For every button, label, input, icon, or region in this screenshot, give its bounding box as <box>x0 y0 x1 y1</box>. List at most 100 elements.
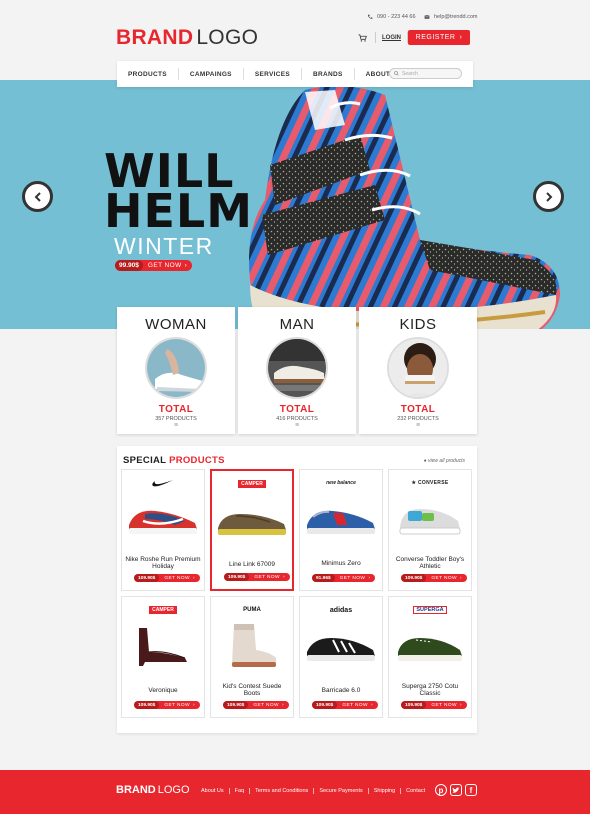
login-link[interactable]: LOGIN <box>382 35 401 41</box>
search-input[interactable]: Search <box>389 68 462 79</box>
chevron-right-icon <box>545 191 552 202</box>
category-image-kids <box>387 337 449 399</box>
product-card[interactable]: CAMPER Line Link 67009 109.90$ GET NOW › <box>210 469 294 591</box>
chevron-right-icon: › <box>459 575 462 581</box>
chevron-left-icon <box>34 191 41 202</box>
chevron-right-icon: › <box>459 702 462 708</box>
bullet-icon: ● <box>423 458 427 464</box>
product-name: Line Link 67009 <box>229 560 275 568</box>
footer-link-contact[interactable]: Contact <box>401 788 430 794</box>
brand-logo[interactable]: BRAND LOGO <box>116 26 258 50</box>
hero-subtitle: WINTER <box>114 233 214 259</box>
get-now-button[interactable]: 109.90$ GET NOW › <box>134 701 200 709</box>
hero-shoe-image <box>249 86 560 329</box>
brand-logo-puma: PUMA <box>243 607 261 613</box>
hero-get-now-button[interactable]: 99.90$ GET NOW › <box>115 260 193 271</box>
twitter-icon[interactable] <box>450 784 462 796</box>
category-image-woman <box>145 337 207 399</box>
footer-logo[interactable]: BRAND LOGO <box>116 784 190 796</box>
product-image <box>122 618 204 674</box>
product-card[interactable]: SUPERGA Superga 2750 Cotu Classic 109.90… <box>388 596 472 718</box>
menu-icon[interactable]: ≡ <box>238 422 356 429</box>
product-image <box>389 618 471 674</box>
nav-item-brands[interactable]: BRANDS <box>302 68 355 80</box>
get-now-button[interactable]: 109.90$ GET NOW › <box>312 701 378 709</box>
category-name: MAN <box>279 316 315 333</box>
register-label: REGISTER <box>415 34 456 41</box>
get-now-button[interactable]: 109.90$ GET NOW › <box>134 574 200 582</box>
divider <box>375 32 376 43</box>
product-card[interactable]: ★ CONVERSE Converse Toddler Boy's Athlet… <box>388 469 472 591</box>
brand-logo-new-balance: new balance <box>326 480 356 486</box>
product-name: Nike Roshe Run Premium Holiday <box>125 556 201 570</box>
email-contact[interactable]: help@trendd.com <box>424 14 478 20</box>
menu-icon[interactable]: ≡ <box>117 422 235 429</box>
product-name: Minimus Zero <box>321 559 361 567</box>
product-price: 109.90$ <box>401 574 427 582</box>
product-price: 109.90$ <box>224 573 250 581</box>
category-total-label: TOTAL <box>400 404 436 415</box>
get-now-button[interactable]: 109.90$ GET NOW › <box>401 701 467 709</box>
chevron-right-icon: › <box>192 575 195 581</box>
product-price: 109.90$ <box>134 574 160 582</box>
menu-icon[interactable]: ≡ <box>359 422 477 429</box>
site-footer: BRAND LOGO About Us Faq Terms and Conditi… <box>0 770 590 814</box>
get-now-button[interactable]: 109.90$ GET NOW › <box>224 573 290 581</box>
product-name: Converse Toddler Boy's Athletic <box>395 556 465 570</box>
get-now-button[interactable]: 91.96$ GET NOW › <box>312 574 376 582</box>
category-card-kids[interactable]: KIDS TOTAL 232 PRODUCTS ≡ <box>359 307 477 434</box>
section-title: SPECIAL PRODUCTS <box>123 455 225 466</box>
product-card[interactable]: adidas Barricade 6.0 109.90$ GET NOW › <box>299 596 383 718</box>
nav-item-campaings[interactable]: CAMPAINGS <box>179 68 244 80</box>
product-grid: Nike Roshe Run Premium Holiday 109.90$ G… <box>121 469 472 718</box>
chevron-right-icon: › <box>282 574 285 580</box>
product-image <box>211 618 293 674</box>
brand-logo-converse: ★ CONVERSE <box>411 480 449 486</box>
main-nav: PRODUCTS CAMPAINGS SERVICES BRANDS ABOUT… <box>117 61 473 87</box>
product-price: 109.90$ <box>134 701 160 709</box>
product-image <box>212 492 292 548</box>
product-card[interactable]: PUMA Kid's Contest Suede Boots 109.90$ G… <box>210 596 294 718</box>
product-image <box>300 491 382 547</box>
hero-cta-label: GET NOW <box>147 262 182 269</box>
view-all-link[interactable]: ● view all products <box>424 458 465 464</box>
category-card-man[interactable]: MAN TOTAL 416 PRODUCTS ≡ <box>238 307 356 434</box>
chevron-right-icon: › <box>281 702 284 708</box>
footer-link-secure-payments[interactable]: Secure Payments <box>314 788 369 794</box>
product-price: 109.90$ <box>223 701 249 709</box>
brand-logo-nike <box>122 475 204 491</box>
register-button[interactable]: REGISTER › <box>408 30 470 45</box>
hero-next-button[interactable] <box>533 181 564 212</box>
footer-link-about-us[interactable]: About Us <box>196 788 230 794</box>
product-card[interactable]: Nike Roshe Run Premium Holiday 109.90$ G… <box>121 469 205 591</box>
hero-title: WILL HELM <box>104 144 254 238</box>
pinterest-icon[interactable]: p <box>435 784 447 796</box>
hero-banner <box>0 80 590 329</box>
footer-link-shipping[interactable]: Shipping <box>369 788 402 794</box>
hero-prev-button[interactable] <box>22 181 53 212</box>
search-icon <box>394 71 399 76</box>
cart-icon[interactable] <box>355 30 369 45</box>
nav-item-products[interactable]: PRODUCTS <box>117 68 179 80</box>
phone-contact: 090 - 223 44 66 <box>367 14 416 20</box>
product-name: Superga 2750 Cotu Classic <box>401 683 459 697</box>
brand-logo-camper: CAMPER <box>122 602 204 618</box>
phone-icon <box>367 14 373 19</box>
product-price: 109.90$ <box>312 701 338 709</box>
footer-link-faq[interactable]: Faq <box>230 788 251 794</box>
get-now-button[interactable]: 109.90$ GET NOW › <box>223 701 289 709</box>
get-now-button[interactable]: 109.90$ GET NOW › <box>401 574 467 582</box>
product-card[interactable]: CAMPER Veronique 109.90$ GET NOW › <box>121 596 205 718</box>
category-total-label: TOTAL <box>158 404 194 415</box>
facebook-icon[interactable]: f <box>465 784 477 796</box>
product-card[interactable]: new balance Minimus Zero 91.96$ GET NOW › <box>299 469 383 591</box>
product-price: 109.90$ <box>401 701 427 709</box>
category-cards: WOMAN TOTAL 357 PRODUCTS ≡ MAN TOTAL 416… <box>117 307 477 434</box>
product-name: Barricade 6.0 <box>321 686 361 694</box>
footer-link-terms[interactable]: Terms and Conditions <box>250 788 315 794</box>
search-placeholder: Search <box>402 70 418 77</box>
nav-item-services[interactable]: SERVICES <box>244 68 302 80</box>
chevron-right-icon: › <box>184 262 188 269</box>
category-card-woman[interactable]: WOMAN TOTAL 357 PRODUCTS ≡ <box>117 307 235 434</box>
phone-number: 090 - 223 44 66 <box>377 14 416 20</box>
